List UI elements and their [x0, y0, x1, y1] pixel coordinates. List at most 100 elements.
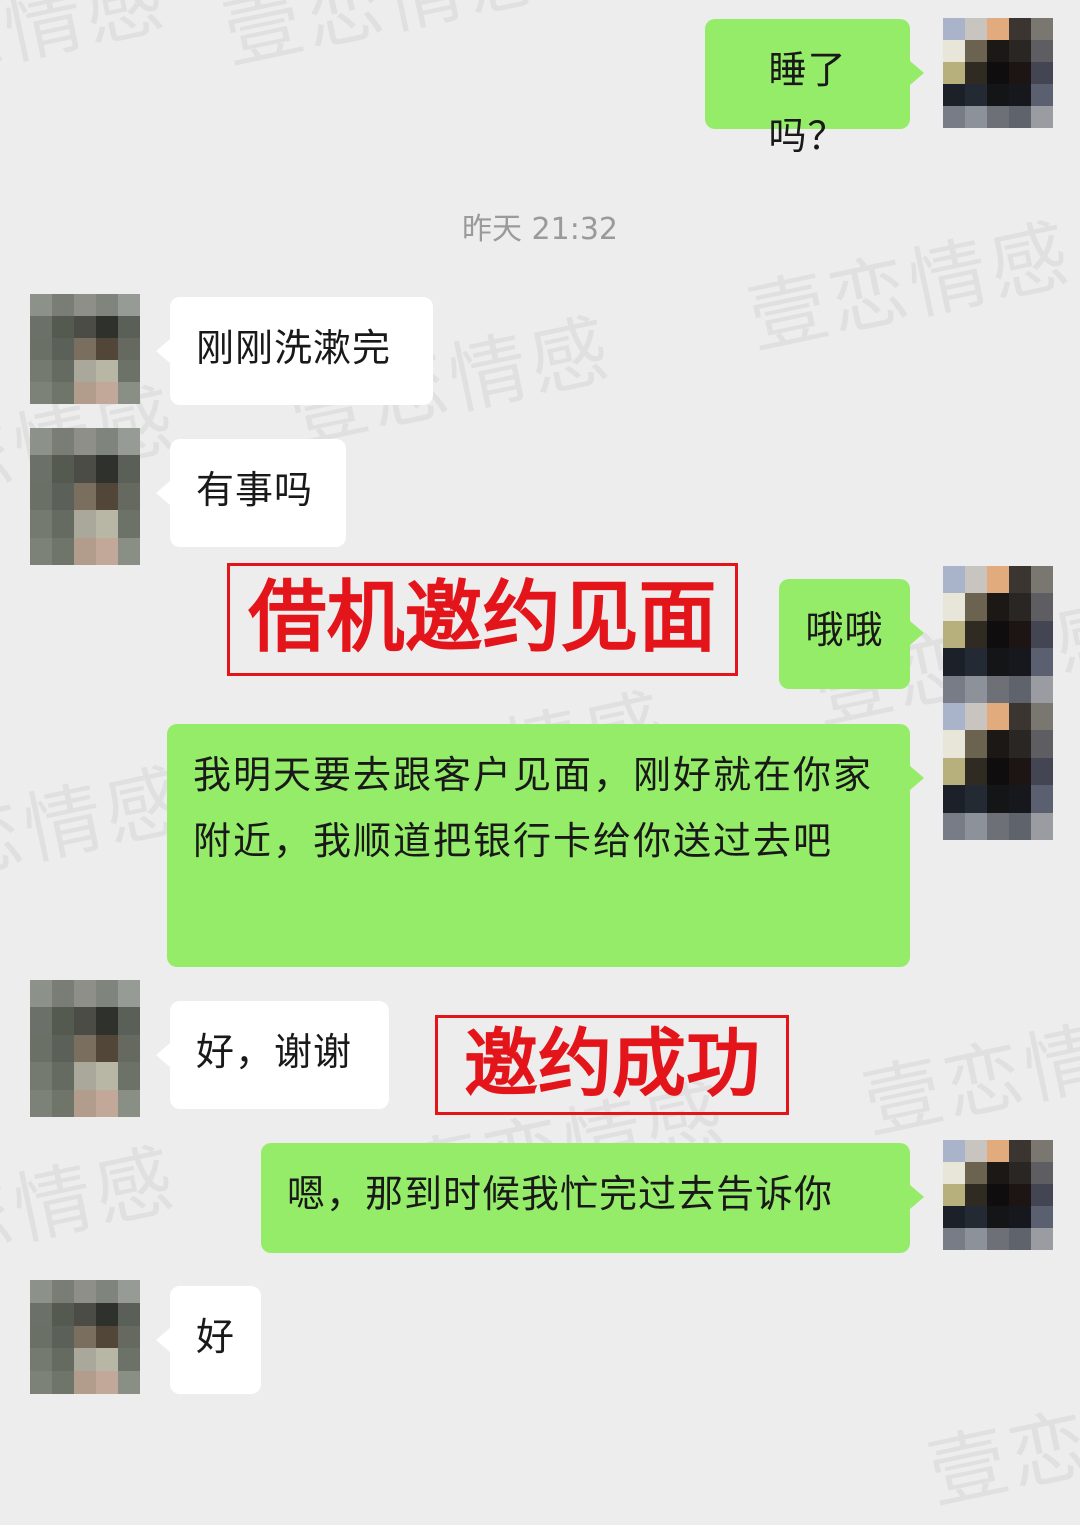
avatar-mosaic-pixel — [118, 316, 140, 338]
avatar-mosaic-pixel — [52, 1302, 74, 1326]
avatar-mosaic-pixel — [74, 1034, 96, 1063]
avatar-mosaic-pixel — [74, 1007, 96, 1035]
avatar-mosaic-pixel — [1031, 703, 1053, 731]
avatar-mosaic-pixel — [52, 1325, 74, 1349]
avatar-mosaic-pixel — [118, 338, 140, 360]
avatar-mosaic-pixel — [52, 428, 74, 456]
message-timestamp: 昨天 21:32 — [462, 212, 618, 247]
my-avatar[interactable] — [943, 1140, 1053, 1250]
avatar-mosaic-pixel — [1031, 106, 1053, 128]
avatar-mosaic-pixel — [52, 482, 74, 511]
sent-message-bubble[interactable]: 嗯，那到时候我忙完过去告诉你 — [261, 1143, 924, 1253]
my-avatar[interactable] — [943, 703, 1053, 840]
avatar-mosaic-pixel — [943, 730, 965, 758]
avatar-mosaic-pixel — [943, 620, 965, 649]
avatar-mosaic-pixel — [987, 62, 1009, 84]
avatar-mosaic-pixel — [118, 360, 140, 382]
avatar-mosaic-pixel — [30, 1325, 52, 1349]
avatar-mosaic-pixel — [965, 675, 987, 703]
my-avatar[interactable] — [943, 566, 1053, 703]
received-message-bubble[interactable]: 好，谢谢 — [156, 1001, 389, 1109]
avatar-mosaic-pixel — [96, 316, 118, 338]
avatar-mosaic-pixel — [1009, 648, 1031, 676]
received-message-bubble[interactable]: 好 — [156, 1286, 261, 1394]
received-message-bubble[interactable]: 有事吗 — [156, 439, 346, 547]
avatar-mosaic-pixel — [1009, 62, 1031, 84]
contact-avatar[interactable] — [30, 1280, 140, 1394]
avatar-mosaic-pixel — [943, 1162, 965, 1184]
avatar-mosaic-pixel — [74, 1280, 96, 1303]
avatar-mosaic-pixel — [118, 1302, 140, 1326]
avatar-mosaic-pixel — [1031, 675, 1053, 703]
avatar-mosaic-pixel — [52, 382, 74, 404]
avatar-mosaic-pixel — [943, 1140, 965, 1162]
avatar-mosaic-pixel — [1009, 40, 1031, 62]
avatar-mosaic-pixel — [1009, 812, 1031, 840]
avatar-mosaic-pixel — [965, 1206, 987, 1228]
avatar-mosaic-pixel — [1031, 40, 1053, 62]
avatar-mosaic-pixel — [30, 537, 52, 565]
contact-avatar[interactable] — [30, 294, 140, 404]
received-message-bubble[interactable]: 刚刚洗漱完 — [156, 297, 433, 405]
avatar-mosaic-pixel — [96, 510, 118, 538]
avatar-mosaic-pixel — [96, 455, 118, 483]
avatar-mosaic-pixel — [74, 537, 96, 565]
avatar-mosaic-pixel — [52, 316, 74, 338]
avatar-mosaic-pixel — [987, 1162, 1009, 1184]
avatar-mosaic-pixel — [1031, 1140, 1053, 1162]
avatar-mosaic-pixel — [74, 1371, 96, 1394]
avatar-mosaic-pixel — [118, 1089, 140, 1117]
avatar-mosaic-pixel — [52, 510, 74, 538]
avatar-mosaic-pixel — [52, 1062, 74, 1090]
avatar-mosaic-pixel — [943, 785, 965, 813]
avatar-mosaic-pixel — [96, 1280, 118, 1303]
avatar-mosaic-pixel — [74, 382, 96, 404]
avatar-mosaic-pixel — [943, 18, 965, 40]
avatar-mosaic-pixel — [118, 510, 140, 538]
avatar-mosaic-pixel — [987, 1184, 1009, 1206]
avatar-mosaic-pixel — [1009, 620, 1031, 649]
avatar-mosaic-pixel — [987, 1228, 1009, 1250]
avatar-mosaic-pixel — [74, 428, 96, 456]
sent-message-bubble[interactable]: 哦哦 — [779, 579, 924, 689]
avatar-mosaic-pixel — [74, 980, 96, 1008]
avatar-mosaic-pixel — [965, 1228, 987, 1250]
avatar-mosaic-pixel — [1009, 566, 1031, 594]
sent-message-bubble[interactable]: 睡了吗？ — [705, 19, 924, 158]
avatar-mosaic-pixel — [118, 382, 140, 404]
avatar-mosaic-pixel — [52, 537, 74, 565]
avatar-mosaic-pixel — [52, 294, 74, 316]
avatar-mosaic-pixel — [987, 40, 1009, 62]
avatar-mosaic-pixel — [74, 294, 96, 316]
avatar-mosaic-pixel — [30, 1280, 52, 1303]
avatar-mosaic-pixel — [1009, 757, 1031, 786]
avatar-mosaic-pixel — [30, 338, 52, 360]
avatar-mosaic-pixel — [118, 482, 140, 511]
avatar-mosaic-pixel — [943, 703, 965, 731]
avatar-mosaic-pixel — [96, 537, 118, 565]
sent-message-bubble[interactable]: 我明天要去跟客户见面，刚好就在你家附近，我顺道把银行卡给你送过去吧 — [167, 724, 924, 967]
avatar-mosaic-pixel — [74, 455, 96, 483]
avatar-mosaic-pixel — [30, 382, 52, 404]
avatar-mosaic-pixel — [74, 1325, 96, 1349]
avatar-mosaic-pixel — [987, 730, 1009, 758]
avatar-mosaic-pixel — [987, 703, 1009, 731]
avatar-mosaic-pixel — [965, 18, 987, 40]
avatar-mosaic-pixel — [987, 84, 1009, 106]
annotation-invite-meeting: 借机邀约见面 — [227, 563, 738, 676]
my-avatar[interactable] — [943, 18, 1053, 128]
avatar-mosaic-pixel — [52, 455, 74, 483]
avatar-mosaic-pixel — [30, 482, 52, 511]
avatar-mosaic-pixel — [965, 1184, 987, 1206]
avatar-mosaic-pixel — [74, 1089, 96, 1117]
avatar-mosaic-pixel — [52, 338, 74, 360]
avatar-mosaic-pixel — [1031, 620, 1053, 649]
avatar-mosaic-pixel — [96, 1325, 118, 1349]
contact-avatar[interactable] — [30, 428, 140, 565]
avatar-mosaic-pixel — [943, 675, 965, 703]
avatar-mosaic-pixel — [943, 1184, 965, 1206]
avatar-mosaic-pixel — [96, 482, 118, 511]
avatar-mosaic-pixel — [1009, 703, 1031, 731]
contact-avatar[interactable] — [30, 980, 140, 1117]
avatar-mosaic-pixel — [30, 1302, 52, 1326]
